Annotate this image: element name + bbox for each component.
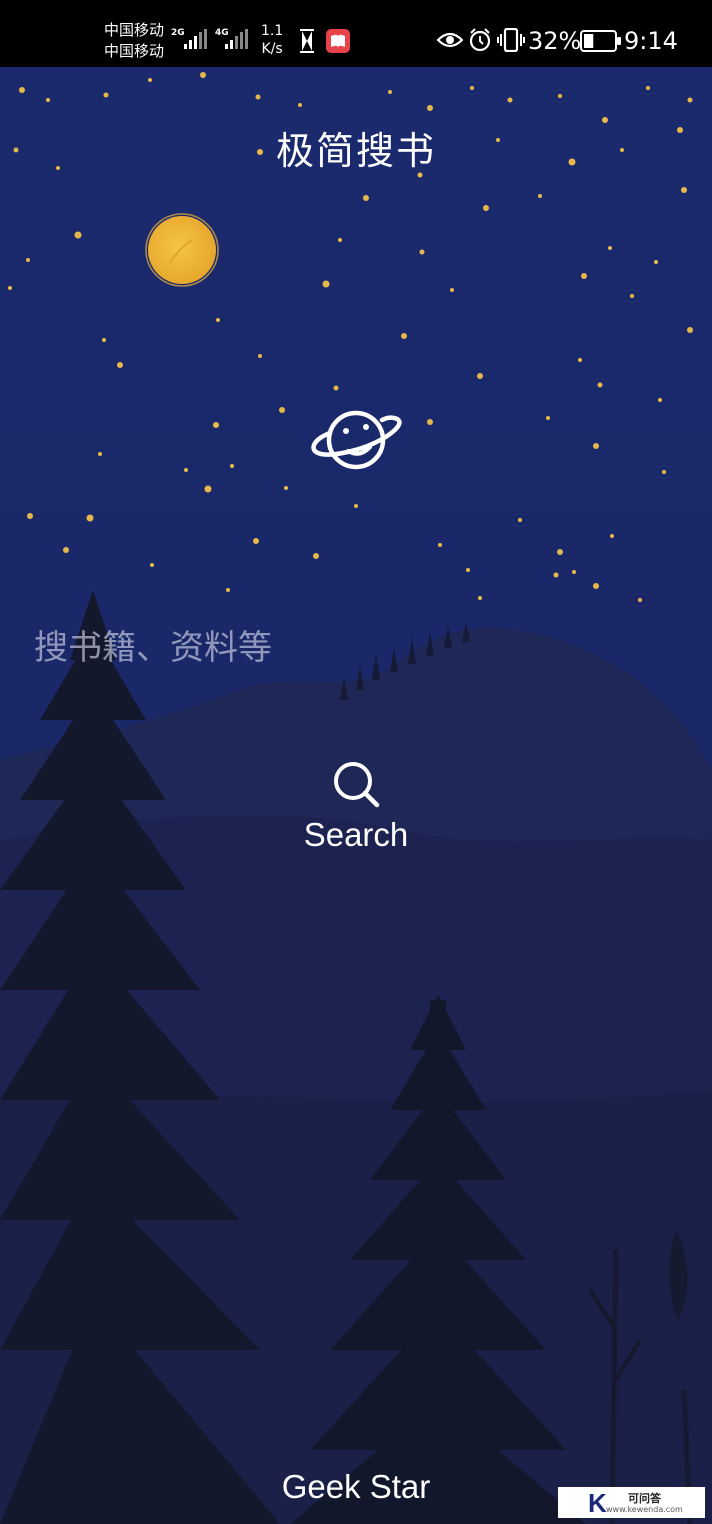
watermark-logo: K: [588, 1488, 607, 1518]
status-bar: 中国移动 中国移动 2G 4G 1.1 K/s 32% 9:14: [0, 0, 712, 67]
search-button-label: Search: [303, 816, 409, 853]
vibrate-icon: [497, 28, 525, 52]
eye-icon: [437, 32, 463, 48]
watermark-text: 可问答: [628, 1492, 661, 1505]
alarm-icon: [469, 28, 491, 52]
search-input[interactable]: [20, 620, 692, 676]
book-app-icon: [326, 29, 350, 53]
hourglass-icon: [300, 29, 314, 53]
speed-value: 1.1: [261, 23, 284, 39]
battery-percentage: 32%: [528, 27, 582, 55]
speed-unit: K/s: [261, 41, 283, 57]
search-icon: [334, 762, 380, 808]
carrier-2: 中国移动: [104, 42, 165, 60]
search-button[interactable]: Search: [290, 756, 422, 860]
network-speed: 1.1 K/s: [261, 22, 283, 58]
carrier-1: 中国移动: [104, 21, 165, 39]
app-screen: 中国移动 中国移动 2G 4G 1.1 K/s 32% 9:14 极简搜书 搜书…: [0, 0, 712, 1524]
battery-icon: [580, 30, 621, 52]
watermark: K 可问答 www.kewenda.com: [558, 1487, 705, 1518]
carrier-names: 中国移动 中国移动: [104, 20, 164, 62]
watermark-url: www.kewenda.com: [606, 1505, 683, 1514]
signal-icon: [225, 29, 248, 49]
clock: 9:14: [624, 27, 678, 55]
moon: [145, 213, 219, 287]
signal-icon: [184, 29, 207, 49]
app-title: 极简搜书: [275, 129, 436, 173]
planet-icon: [311, 410, 402, 470]
